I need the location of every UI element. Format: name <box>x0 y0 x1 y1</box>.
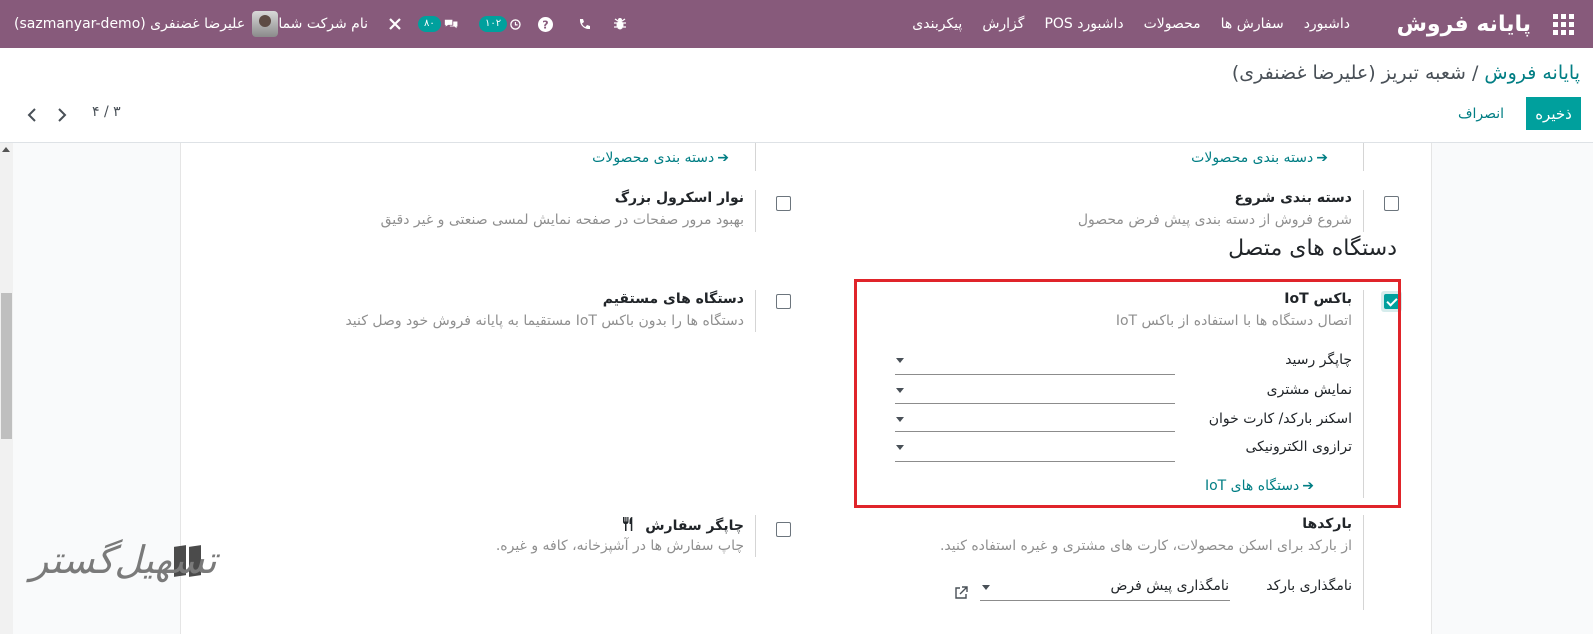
pager-value[interactable]: ۴ / ۳ <box>92 104 121 120</box>
start-category-description: شروع فروش از دسته بندی پیش فرض محصول <box>1077 212 1352 228</box>
external-link-icon[interactable] <box>954 586 968 604</box>
barcode-nomenclature-value[interactable]: نامگذاری پیش فرض <box>1110 578 1229 594</box>
user-name: علیرضا غضنفری (sazmanyar-demo) <box>14 16 246 32</box>
control-panel: پایانه فروش/شعبه تبریز (علیرضا غضنفری) ذ… <box>0 48 1593 143</box>
menu-item-dashboard[interactable]: داشبورد <box>1304 16 1350 32</box>
barcode-nomenclature-label: نامگذاری بارکد <box>1266 578 1352 594</box>
top-navbar: پایانه فروش داشبورد سفارش ها محصولات داش… <box>0 0 1593 48</box>
product-categories-link-left[interactable]: ➔دسته بندی محصولات <box>592 150 729 166</box>
apps-menu-icon[interactable] <box>1543 0 1583 48</box>
product-categories-link-left-label: دسته بندی محصولات <box>592 150 715 166</box>
divider <box>755 515 756 557</box>
direct-devices-title: دستگاه های مستقیم <box>602 291 744 307</box>
barcode-nomenclature-select[interactable] <box>980 600 1230 601</box>
breadcrumb-root-link[interactable]: پایانه فروش <box>1484 62 1580 84</box>
watermark-logotype: تسهیل‌گستر <box>30 538 217 582</box>
menu-item-pos-dashboard[interactable]: داشبورد POS <box>1044 16 1123 32</box>
scroll-up-arrow-icon[interactable] <box>2 147 10 152</box>
large-scrollbar-checkbox[interactable] <box>776 196 791 211</box>
chevron-down-icon[interactable] <box>982 585 990 590</box>
highlight-frame <box>854 279 1401 508</box>
pager-next-icon[interactable] <box>52 105 72 125</box>
divider <box>1363 190 1364 232</box>
save-button[interactable]: ذخیره <box>1526 97 1581 130</box>
breadcrumb-separator: / <box>1471 62 1479 84</box>
user-menu[interactable]: علیرضا غضنفری (sazmanyar-demo) <box>14 0 279 48</box>
product-categories-link-right[interactable]: ➔دسته بندی محصولات <box>1191 150 1328 166</box>
large-scrollbar-description: بهبود مرور صفحات در صفحه نمایش لمسی صنعت… <box>380 212 744 228</box>
order-printer-title-label: چاپگر سفارش <box>645 518 744 534</box>
chat-bubbles-icon <box>444 19 458 29</box>
menu-item-configuration[interactable]: پیکربندی <box>912 16 962 32</box>
divider <box>1363 515 1364 610</box>
messaging-menu[interactable]: ۸۰ <box>418 0 458 48</box>
company-switcher[interactable]: نام شرکت شما <box>278 0 368 48</box>
clock-icon <box>510 18 521 30</box>
tools-icon[interactable] <box>386 0 404 48</box>
barcodes-description: از بارکد برای اسکن محصولات، کارت های مشت… <box>939 538 1352 554</box>
divider <box>755 190 756 232</box>
user-avatar <box>252 11 279 37</box>
product-categories-link-right-label: دسته بندی محصولات <box>1191 150 1314 166</box>
phone-icon[interactable] <box>576 0 592 48</box>
svg-text:?: ? <box>542 18 548 31</box>
breadcrumb: پایانه فروش/شعبه تبریز (علیرضا غضنفری) <box>1232 62 1580 84</box>
breadcrumb-current: شعبه تبریز (علیرضا غضنفری) <box>1231 62 1466 84</box>
pager-previous-icon[interactable] <box>22 105 42 125</box>
connected-devices-heading: دستگاه های متصل <box>1228 236 1397 261</box>
scroll-thumb[interactable] <box>1 293 12 439</box>
debug-bug-icon[interactable] <box>612 0 628 48</box>
main-menu: داشبورد سفارش ها محصولات داشبورد POS گزا… <box>892 0 1350 48</box>
order-printer-title: چاپگر سفارش <box>620 516 744 534</box>
activities-badge: ۱۰۲ <box>479 16 508 32</box>
order-printer-description: چاپ سفارش ها در آشپزخانه، کافه و غیره. <box>495 538 744 554</box>
menu-item-reporting[interactable]: گزارش <box>982 16 1024 32</box>
cutlery-icon <box>623 517 633 531</box>
divider <box>755 290 756 332</box>
direct-devices-checkbox[interactable] <box>776 294 791 309</box>
activities-menu[interactable]: ۱۰۲ <box>479 0 521 48</box>
start-category-checkbox[interactable] <box>1384 196 1399 211</box>
app-brand[interactable]: پایانه فروش <box>1397 0 1531 48</box>
large-scrollbar-title: نوار اسکرول بزرگ <box>614 190 744 206</box>
menu-item-products[interactable]: محصولات <box>1144 16 1201 32</box>
discard-button[interactable]: انصراف <box>1458 97 1504 130</box>
direct-devices-description: دستگاه ها را بدون باکس IoT مستقیما به پا… <box>345 313 744 329</box>
start-category-title: دسته بندی شروع <box>1234 190 1352 206</box>
barcodes-title: بارکدها <box>1302 516 1352 532</box>
messages-badge: ۸۰ <box>418 16 441 32</box>
menu-item-orders[interactable]: سفارش ها <box>1221 16 1284 32</box>
vertical-scrollbar[interactable] <box>0 143 13 634</box>
help-icon[interactable]: ? <box>537 0 553 48</box>
divider <box>755 143 756 171</box>
divider <box>1363 143 1364 171</box>
order-printer-checkbox[interactable] <box>776 522 791 537</box>
